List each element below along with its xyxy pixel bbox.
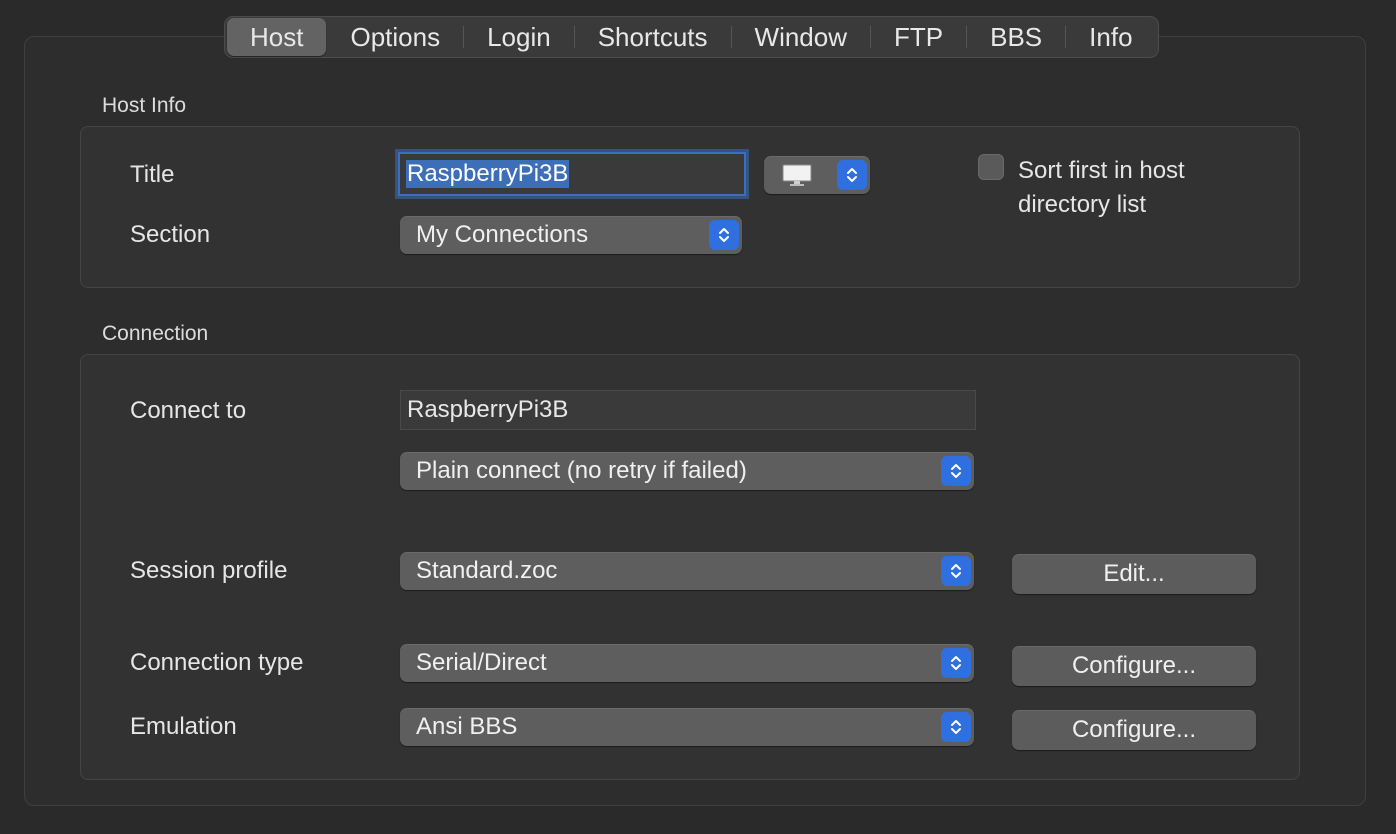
connect-to-label: Connect to	[130, 397, 247, 424]
tab-ftp[interactable]: FTP	[871, 18, 966, 56]
session-profile-popup[interactable]: Standard.zoc	[400, 552, 974, 590]
sort-first-label-line2: directory list	[1018, 191, 1147, 218]
connection-type-popup[interactable]: Serial/Direct	[400, 644, 974, 682]
monitor-icon	[782, 164, 812, 193]
session-profile-value: Standard.zoc	[416, 557, 558, 584]
connect-mode-popup[interactable]: Plain connect (no retry if failed)	[400, 452, 974, 490]
connect-to-value: RaspberryPi3B	[407, 396, 569, 423]
emulation-popup[interactable]: Ansi BBS	[400, 708, 974, 746]
host-icon-popup[interactable]	[764, 156, 870, 194]
connection-group-label: Connection	[102, 322, 209, 345]
sort-first-label-line1: Sort first in host	[1018, 157, 1185, 184]
sort-first-checkbox[interactable]	[978, 154, 1004, 180]
connection-type-label: Connection type	[130, 649, 304, 676]
tab-bar: Host Options Login Shortcuts Window FTP …	[224, 16, 1159, 58]
sort-first-label: Sort first in host directory list	[1018, 154, 1185, 222]
edit-button[interactable]: Edit...	[1012, 554, 1256, 594]
tab-host[interactable]: Host	[227, 18, 327, 56]
connect-mode-value: Plain connect (no retry if failed)	[416, 457, 747, 484]
tab-window[interactable]: Window	[732, 18, 870, 56]
section-popup-value: My Connections	[416, 221, 589, 248]
configure-emulation-button[interactable]: Configure...	[1012, 710, 1256, 750]
tab-options[interactable]: Options	[327, 18, 463, 56]
host-info-group-label: Host Info	[102, 94, 187, 117]
chevron-updown-icon	[941, 712, 971, 742]
configure-connection-button[interactable]: Configure...	[1012, 646, 1256, 686]
tab-bbs[interactable]: BBS	[967, 18, 1065, 56]
chevron-updown-icon	[941, 456, 971, 486]
chevron-updown-icon	[941, 648, 971, 678]
tab-info[interactable]: Info	[1066, 18, 1155, 56]
section-popup[interactable]: My Connections	[400, 216, 742, 254]
section-label: Section	[130, 221, 211, 248]
tab-shortcuts[interactable]: Shortcuts	[575, 18, 731, 56]
title-field[interactable]: RaspberryPi3B	[398, 152, 746, 196]
title-field-value: RaspberryPi3B	[406, 160, 570, 188]
connect-to-field[interactable]: RaspberryPi3B	[400, 390, 976, 430]
emulation-label: Emulation	[130, 713, 237, 740]
connection-type-value: Serial/Direct	[416, 649, 547, 676]
session-profile-label: Session profile	[130, 557, 288, 584]
chevron-updown-icon	[941, 556, 971, 586]
tab-login[interactable]: Login	[464, 18, 574, 56]
emulation-value: Ansi BBS	[416, 713, 518, 740]
title-label: Title	[130, 161, 175, 188]
chevron-updown-icon	[709, 220, 739, 250]
chevron-updown-icon	[837, 160, 867, 190]
